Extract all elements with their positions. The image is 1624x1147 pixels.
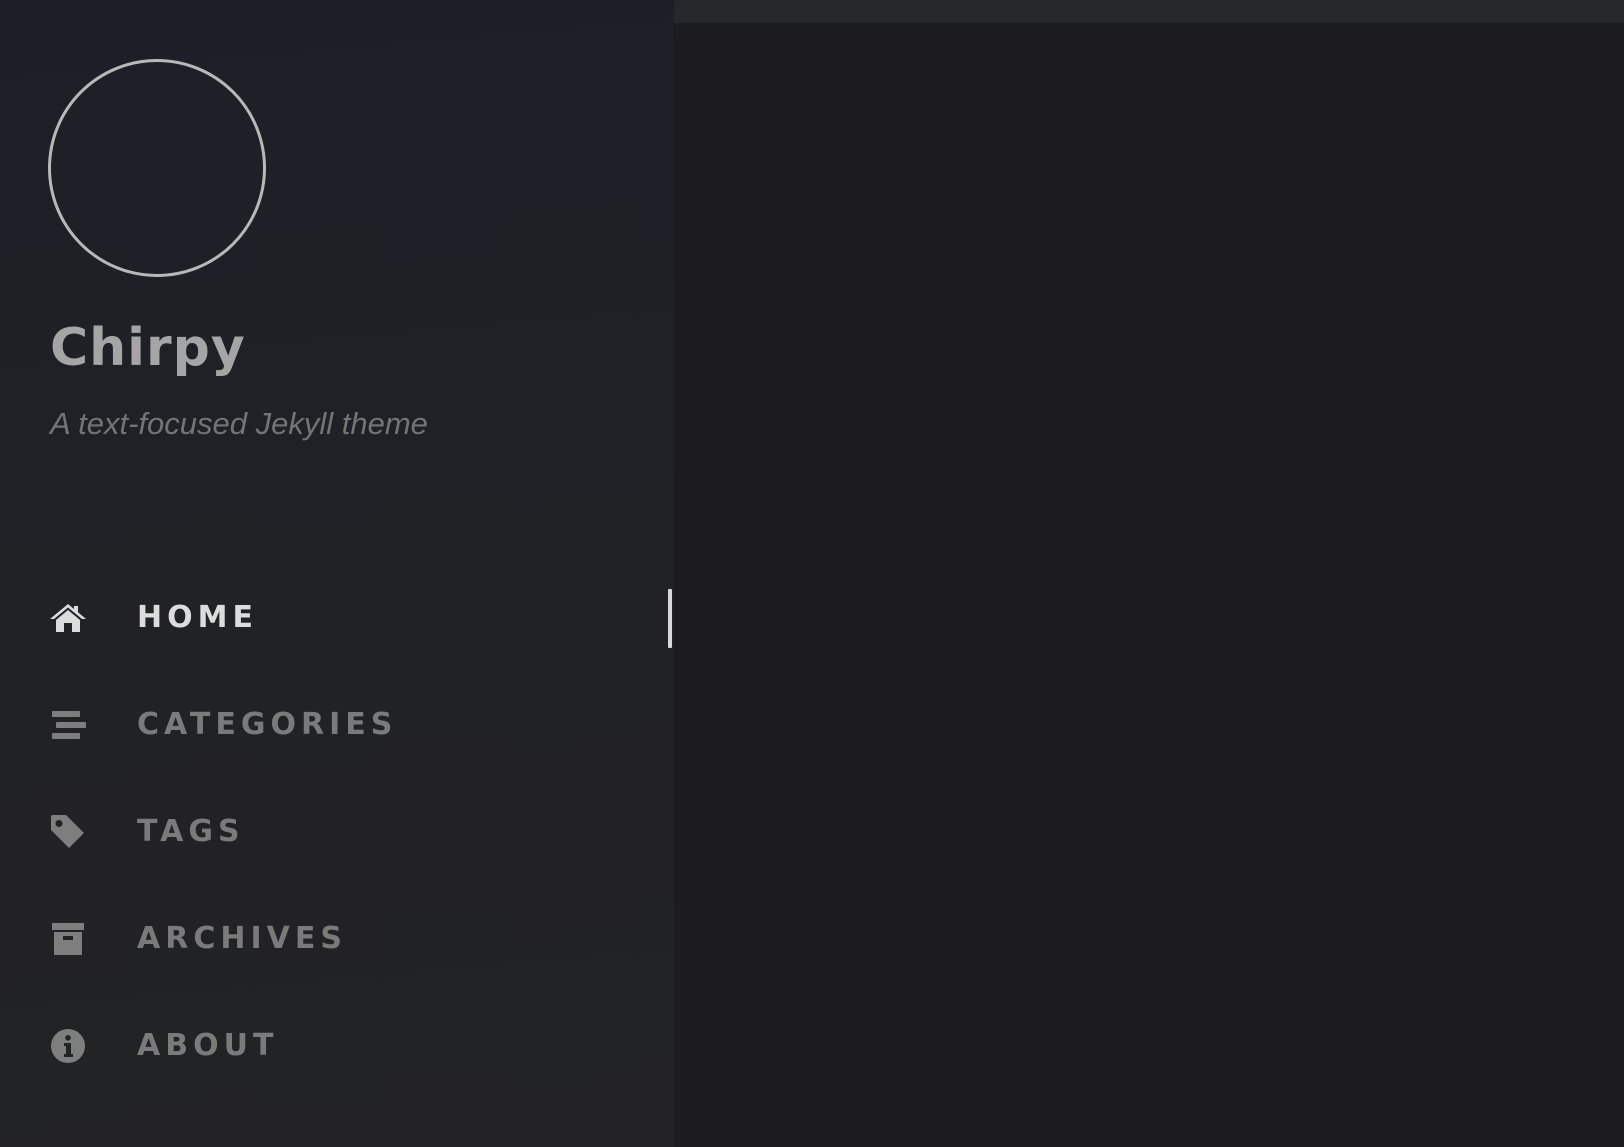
nav-item-tags[interactable]: TAGS [0, 802, 674, 862]
main-content [674, 23, 1624, 1147]
avatar[interactable] [48, 59, 266, 277]
nav-label-archives: ARCHIVES [137, 921, 347, 956]
home-icon [48, 598, 88, 638]
topbar [674, 0, 1624, 23]
nav-label-home: HOME [137, 600, 258, 635]
nav-label-categories: CATEGORIES [137, 707, 398, 742]
tag-icon [48, 812, 88, 852]
nav-item-categories[interactable]: CATEGORIES [0, 695, 674, 755]
site-subtitle: A text-focused Jekyll theme [50, 406, 428, 441]
archive-icon [48, 919, 88, 959]
site-title[interactable]: Chirpy [50, 316, 246, 380]
active-nav-indicator [668, 589, 672, 648]
nav-label-about: ABOUT [137, 1028, 279, 1063]
info-circle-icon [48, 1026, 88, 1066]
stream-icon [48, 705, 88, 745]
nav-item-home[interactable]: HOME [0, 588, 674, 648]
nav-label-tags: TAGS [137, 814, 245, 849]
sidebar: Chirpy A text-focused Jekyll theme HOME … [0, 0, 674, 1147]
nav-item-about[interactable]: ABOUT [0, 1016, 674, 1076]
nav-item-archives[interactable]: ARCHIVES [0, 909, 674, 969]
